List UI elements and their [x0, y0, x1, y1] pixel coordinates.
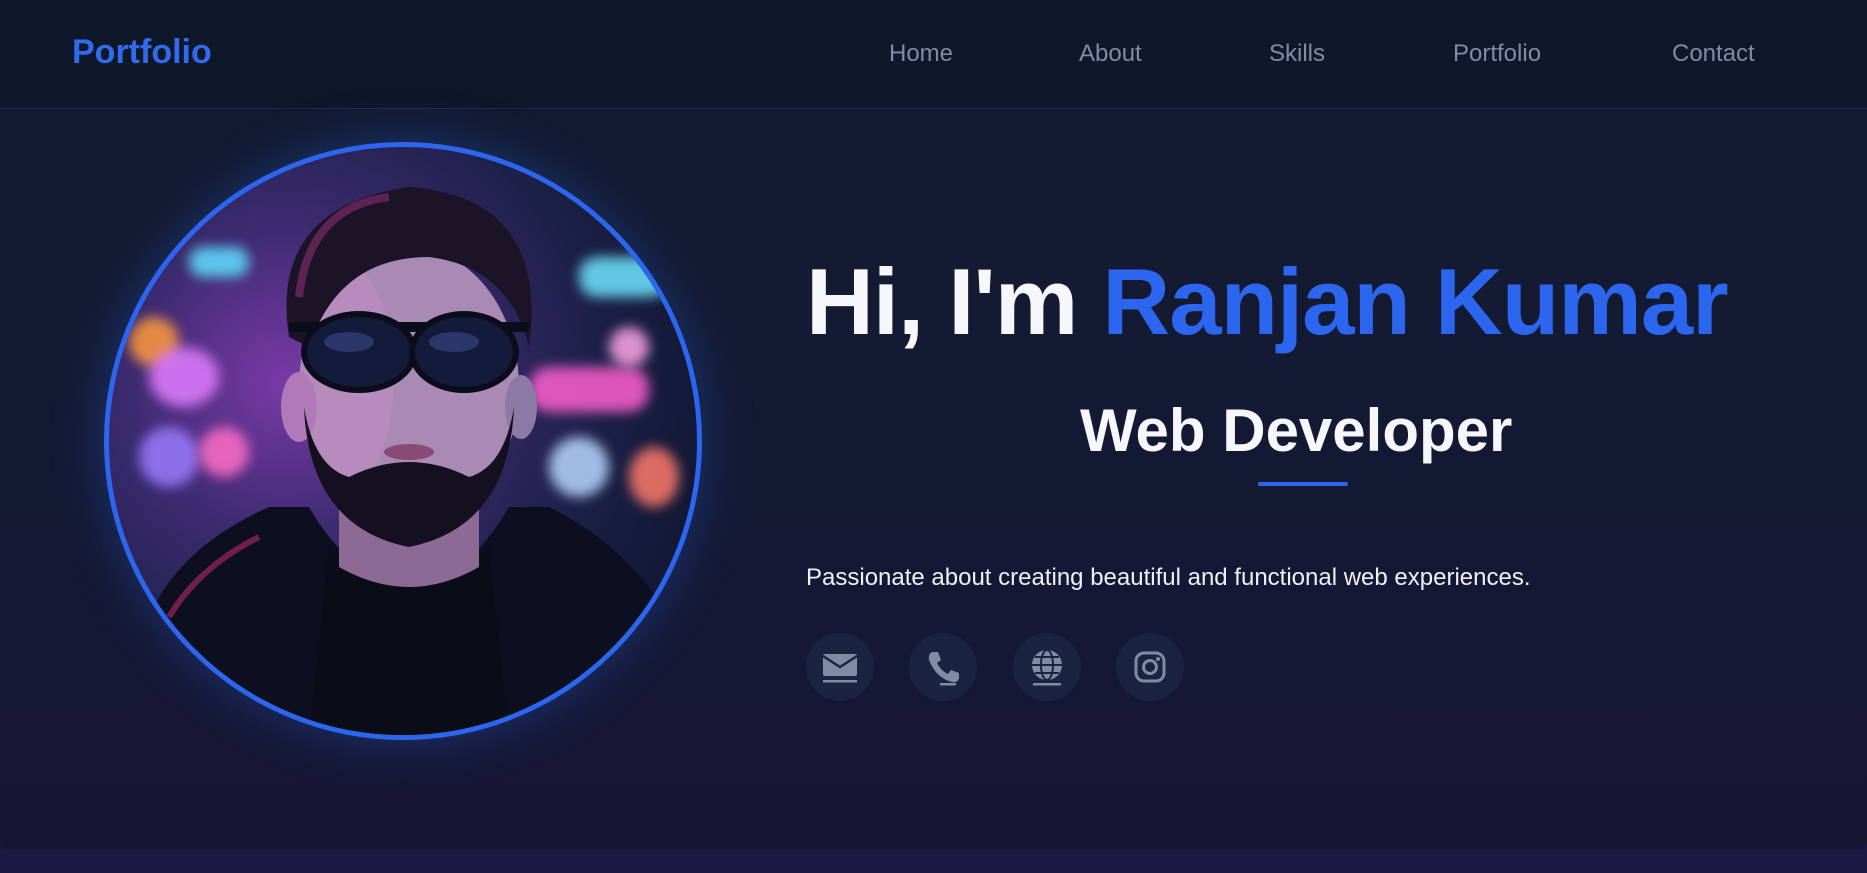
- email-icon: [822, 654, 858, 683]
- email-button[interactable]: [806, 633, 874, 701]
- website-button[interactable]: [1013, 633, 1081, 701]
- hero-greeting: Hi, I'm: [806, 249, 1078, 354]
- globe-icon: [1032, 649, 1062, 686]
- nav-home[interactable]: Home: [889, 40, 953, 68]
- role-underline: [1258, 482, 1348, 486]
- instagram-button[interactable]: [1116, 633, 1184, 701]
- nav-skills[interactable]: Skills: [1269, 40, 1325, 68]
- page-frame: Portfolio Home About Skills Portfolio Co…: [0, 0, 1867, 849]
- hero-title: Hi, I'm Ranjan Kumar: [806, 248, 1729, 356]
- hero-role: Web Developer: [1080, 397, 1513, 464]
- navbar: Portfolio Home About Skills Portfolio Co…: [0, 0, 1867, 109]
- phone-button[interactable]: [909, 633, 977, 701]
- nav-portfolio[interactable]: Portfolio: [1453, 40, 1541, 68]
- nav-contact[interactable]: Contact: [1672, 40, 1755, 68]
- nav-about[interactable]: About: [1079, 40, 1142, 68]
- bottom-section-edge: [0, 849, 1867, 873]
- hero-tagline: Passionate about creating beautiful and …: [806, 564, 1531, 591]
- profile-avatar: [104, 142, 702, 740]
- phone-icon: [928, 652, 959, 686]
- hero-name: Ranjan Kumar: [1102, 249, 1728, 354]
- nav-links: Home About Skills Portfolio Contact: [0, 40, 1867, 80]
- portrait-illustration: [139, 187, 679, 735]
- instagram-icon: [1134, 651, 1166, 683]
